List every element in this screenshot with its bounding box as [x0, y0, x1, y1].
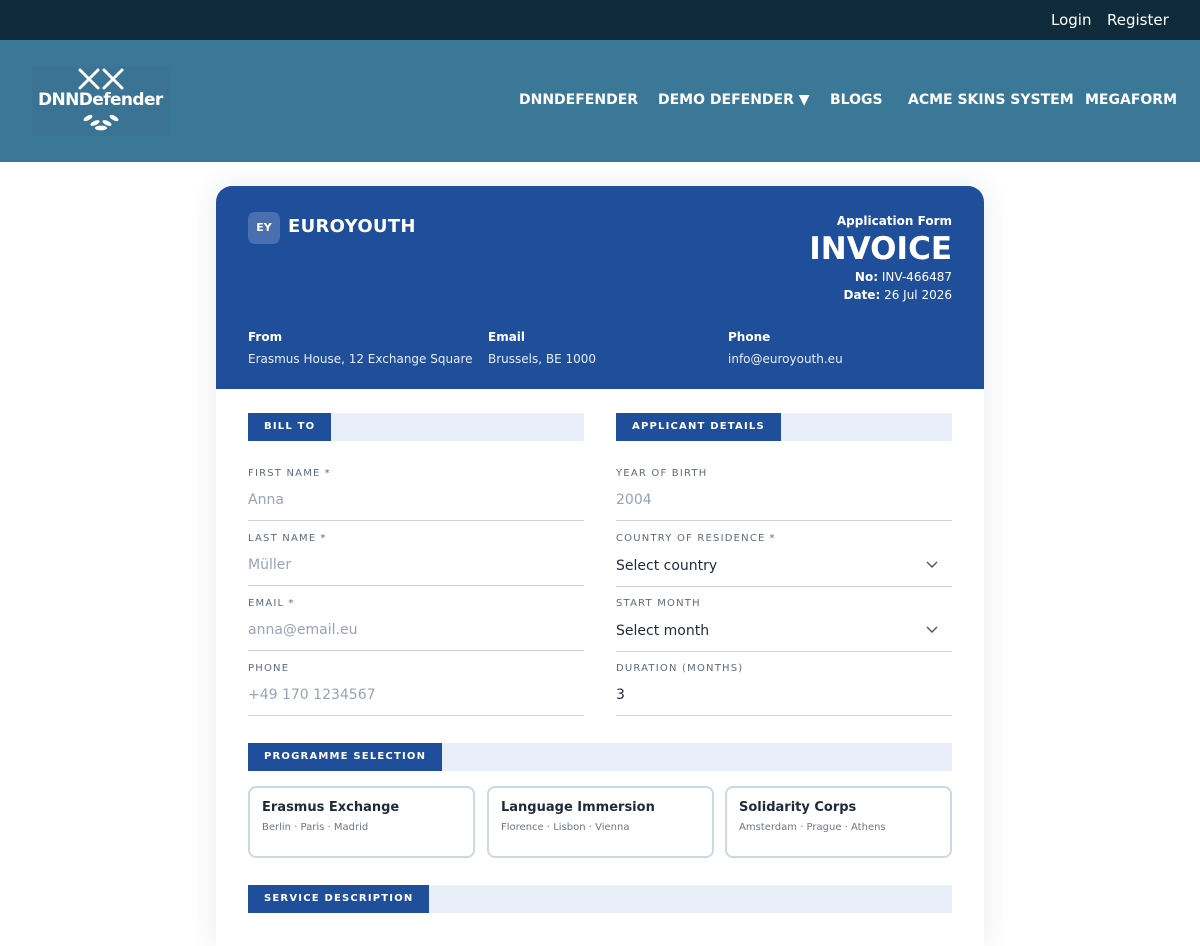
from-label: From — [248, 330, 283, 344]
service-section: SERVICE DESCRIPTION — [248, 885, 952, 913]
login-link[interactable]: Login — [1051, 0, 1091, 40]
logo-text: DNNDefender — [38, 90, 163, 110]
required-mark: * — [288, 598, 295, 609]
duration-field: DURATION (MONTHS) — [616, 663, 952, 728]
phone-label: Phone — [728, 330, 771, 344]
phone-field: PHONE — [248, 663, 584, 728]
email-field-label: EMAIL * — [248, 598, 295, 609]
email-field: EMAIL * — [248, 598, 584, 663]
brand-name: EUROYOUTH — [288, 216, 416, 237]
invoice-number-value: INV-466487 — [881, 270, 952, 284]
email-value: Brussels, BE 1000 — [488, 352, 597, 366]
phone-value: info@euroyouth.eu — [728, 352, 843, 366]
last-name-label-text: LAST NAME — [248, 533, 317, 544]
programme-card-erasmus[interactable]: Erasmus Exchange Berlin · Paris · Madrid — [248, 786, 475, 858]
nav-item-blogs[interactable]: BLOGS — [830, 40, 883, 160]
programme-title: PROGRAMME SELECTION — [248, 743, 443, 771]
email-input[interactable] — [248, 618, 584, 651]
invoice-number-label: No: — [854, 270, 878, 284]
invoice-number: No: INV-466487 — [809, 268, 952, 286]
phone-input[interactable] — [248, 683, 584, 716]
brand-badge: EY — [248, 212, 280, 244]
bill-to-title: BILL TO — [248, 413, 332, 441]
programme-title: Language Immersion — [501, 800, 655, 815]
invoice-date-value: 26 Jul 2026 — [884, 288, 952, 302]
top-bar: Login Register — [0, 0, 1200, 40]
first-name-label-text: FIRST NAME — [248, 468, 321, 479]
duration-label: DURATION (MONTHS) — [616, 663, 744, 674]
document-title: INVOICE — [809, 231, 952, 267]
bill-to-section: BILL TO — [248, 413, 584, 441]
programme-cities: Florence · Lisbon · Vienna — [501, 822, 630, 833]
applicant-title: APPLICANT DETAILS — [616, 413, 781, 441]
duration-input[interactable] — [616, 683, 952, 716]
invoice-date: Date: 26 Jul 2026 — [809, 286, 952, 304]
start-month-label: START MONTH — [616, 598, 701, 609]
country-label: COUNTRY OF RESIDENCE * — [616, 533, 776, 544]
nav-item-dnndefender[interactable]: DNNDEFENDER — [519, 40, 638, 160]
last-name-input[interactable] — [248, 553, 584, 586]
required-mark: * — [769, 533, 776, 544]
required-mark: * — [320, 533, 327, 544]
year-of-birth-input[interactable] — [616, 488, 952, 521]
invoice-header: EY EUROYOUTH Application Form INVOICE No… — [216, 186, 984, 389]
site-logo[interactable]: DNNDefender — [32, 66, 170, 136]
country-select[interactable]: Select country — [616, 553, 952, 587]
country-field: COUNTRY OF RESIDENCE * Select country — [616, 533, 952, 598]
last-name-field: LAST NAME * — [248, 533, 584, 598]
email-info: Email Brussels, BE 1000 — [488, 330, 596, 366]
first-name-label: FIRST NAME * — [248, 468, 331, 479]
nav-item-acme-skins-system[interactable]: ACME SKINS SYSTEM — [908, 40, 1074, 160]
country-select-value: Select country — [616, 558, 718, 574]
invoice-card: EY EUROYOUTH Application Form INVOICE No… — [216, 186, 984, 946]
site-header: DNNDefender DNNDEFENDER DEMO DEFENDER ▼ … — [0, 40, 1200, 162]
phone-info: Phone info@euroyouth.eu — [728, 330, 843, 366]
email-label-text: EMAIL — [248, 598, 285, 609]
programme-title: Erasmus Exchange — [262, 800, 400, 815]
year-of-birth-field: YEAR OF BIRTH — [616, 468, 952, 533]
from-info: From Erasmus House, 12 Exchange Square — [248, 330, 473, 366]
applicant-section: APPLICANT DETAILS — [616, 413, 952, 441]
nav-item-megaform[interactable]: MEGAFORM — [1085, 40, 1177, 160]
email-label: Email — [488, 330, 526, 344]
programme-cities: Berlin · Paris · Madrid — [262, 822, 369, 833]
last-name-label: LAST NAME * — [248, 533, 327, 544]
form-type: Application Form — [836, 214, 952, 228]
programme-cities: Amsterdam · Prague · Athens — [739, 822, 886, 833]
programme-card-solidarity[interactable]: Solidarity Corps Amsterdam · Prague · At… — [725, 786, 952, 858]
start-month-select[interactable]: Select month — [616, 618, 952, 652]
programme-section: PROGRAMME SELECTION — [248, 743, 952, 771]
invoice-date-label: Date: — [843, 288, 881, 302]
start-month-select-value: Select month — [616, 623, 710, 639]
service-title: SERVICE DESCRIPTION — [248, 885, 430, 913]
chevron-down-icon — [926, 626, 938, 633]
programme-card-language[interactable]: Language Immersion Florence · Lisbon · V… — [487, 786, 714, 858]
invoice-meta: Application Form INVOICE No: INV-466487 … — [809, 214, 952, 304]
start-month-field: START MONTH Select month — [616, 598, 952, 663]
required-mark: * — [324, 468, 331, 479]
phone-field-label: PHONE — [248, 663, 290, 674]
chevron-down-icon — [926, 561, 938, 568]
first-name-field: FIRST NAME * — [248, 468, 584, 533]
from-value: Erasmus House, 12 Exchange Square — [248, 352, 473, 366]
year-of-birth-label: YEAR OF BIRTH — [616, 468, 708, 479]
register-link[interactable]: Register — [1107, 0, 1169, 40]
programme-title: Solidarity Corps — [739, 800, 857, 815]
nav-item-demo-defender[interactable]: DEMO DEFENDER ▼ — [658, 40, 810, 160]
country-label-text: COUNTRY OF RESIDENCE — [616, 533, 766, 544]
first-name-input[interactable] — [248, 488, 584, 521]
